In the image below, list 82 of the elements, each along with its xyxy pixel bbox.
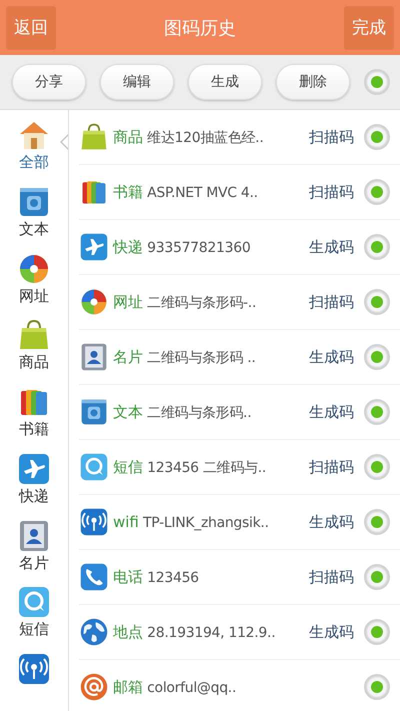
checkbox[interactable] (364, 179, 390, 205)
chat-bubble-icon (17, 585, 51, 620)
code-type-label: 扫描码 (309, 568, 354, 586)
record-content: 二维码与条形码 .. (146, 350, 256, 366)
history-row[interactable]: 地点 28.193194, 112.9.. 生成码 (79, 605, 400, 660)
chat-bubble-icon (79, 452, 109, 482)
checkbox[interactable] (364, 674, 390, 700)
airplane-icon (79, 232, 109, 262)
contact-icon (79, 342, 109, 372)
history-row[interactable]: 名片 二维码与条形码 .. 生成码 (79, 330, 400, 385)
record-content: 二维码与条形码-.. (146, 294, 256, 310)
category-label: 名片 (113, 348, 143, 366)
code-type-label: 生成码 (309, 402, 354, 422)
checkbox[interactable] (364, 234, 390, 260)
notepad-icon (79, 397, 109, 427)
history-row[interactable]: 电话 123456 扫描码 (79, 550, 400, 605)
category-label: 文本 (113, 402, 143, 420)
category-label: 短信 (113, 458, 143, 476)
record-content: ASP.NET MVC 4.. (146, 184, 258, 200)
sidebar-item[interactable]: 书籍 (0, 377, 68, 444)
toolbar-button[interactable]: 编辑 (100, 64, 174, 100)
history-row[interactable]: 邮箱 colorful@qq.. (79, 660, 400, 711)
history-row[interactable]: 短信 123456 二维码与.. 扫描码 (79, 440, 400, 495)
code-type-label: 生成码 (309, 512, 354, 532)
checkbox[interactable] (364, 289, 390, 315)
category-label: 电话 (113, 568, 143, 586)
history-row[interactable]: 文本 二维码与条形码.. 生成码 (79, 385, 400, 440)
record-content: 933577821360 (146, 240, 250, 256)
sidebar-item[interactable]: 商品 (0, 310, 68, 378)
history-row[interactable]: 网址 二维码与条形码-.. 扫描码 (79, 275, 400, 330)
checkbox[interactable] (364, 344, 390, 370)
checkbox[interactable] (364, 124, 390, 150)
record-content: colorful@qq.. (146, 680, 236, 696)
category-label: 网址 (113, 292, 143, 310)
category-label: 书籍 (113, 182, 143, 200)
contact-icon (17, 518, 51, 553)
category-label: 地点 (113, 622, 143, 640)
code-type-label: 生成码 (309, 348, 354, 366)
category-label: 邮箱 (113, 678, 143, 696)
checkbox[interactable] (364, 454, 390, 480)
record-content: TP-LINK_zhangsik.. (142, 515, 269, 531)
pinwheel-icon (79, 287, 109, 317)
sidebar-item[interactable]: 全部 (0, 110, 68, 177)
checkbox[interactable] (364, 399, 390, 425)
checkbox[interactable] (364, 619, 390, 645)
record-content: 二维码与条形码.. (146, 404, 252, 420)
record-content: 123456 (146, 570, 199, 586)
sidebar-item[interactable]: 名片 (0, 510, 68, 578)
sidebar-item[interactable]: 短信 (0, 577, 68, 644)
wifi-icon (79, 507, 109, 537)
sidebar-item[interactable]: 网址 (0, 244, 68, 310)
history-row[interactable]: wifi TP-LINK_zhangsik.. 生成码 (79, 495, 400, 550)
code-type-label: 生成码 (309, 622, 354, 642)
code-type-label: 扫描码 (309, 292, 354, 312)
history-row[interactable]: 书籍 ASP.NET MVC 4.. 扫描码 (79, 165, 400, 220)
toolbar-button[interactable]: 分享 (12, 64, 86, 100)
at-sign-icon (79, 672, 109, 702)
history-row[interactable]: 快递 933577821360 生成码 (79, 220, 400, 275)
code-type-label: 生成码 (309, 238, 354, 256)
code-type-label: 扫描码 (309, 128, 354, 146)
record-content: 123456 二维码与.. (146, 460, 266, 476)
sidebar-item[interactable]: 文本 (0, 176, 68, 244)
history-row[interactable]: 商品 维达120抽蓝色经.. 扫描码 (79, 110, 400, 165)
wifi-icon (17, 652, 51, 686)
checkbox[interactable] (364, 69, 390, 95)
code-type-label: 扫描码 (309, 458, 354, 476)
category-label: 快递 (113, 238, 143, 256)
checkbox[interactable] (364, 509, 390, 535)
sidebar-item[interactable]: 快递 (0, 444, 68, 511)
phone-icon (79, 562, 109, 592)
shopping-bag-icon (79, 122, 109, 152)
code-type-label: 扫描码 (309, 182, 354, 202)
record-content: 维达120抽蓝色经.. (146, 130, 264, 146)
globe-icon (79, 617, 109, 647)
page-title: 图码历史 (164, 16, 236, 40)
toolbar-button[interactable]: 生成 (188, 64, 262, 100)
record-content: 28.193194, 112.9.. (146, 624, 276, 640)
checkbox[interactable] (364, 564, 390, 590)
toolbar-button[interactable]: 删除 (276, 64, 350, 100)
category-label: 商品 (113, 128, 143, 146)
category-label: wifi (113, 513, 139, 531)
airplane-icon (17, 452, 51, 486)
